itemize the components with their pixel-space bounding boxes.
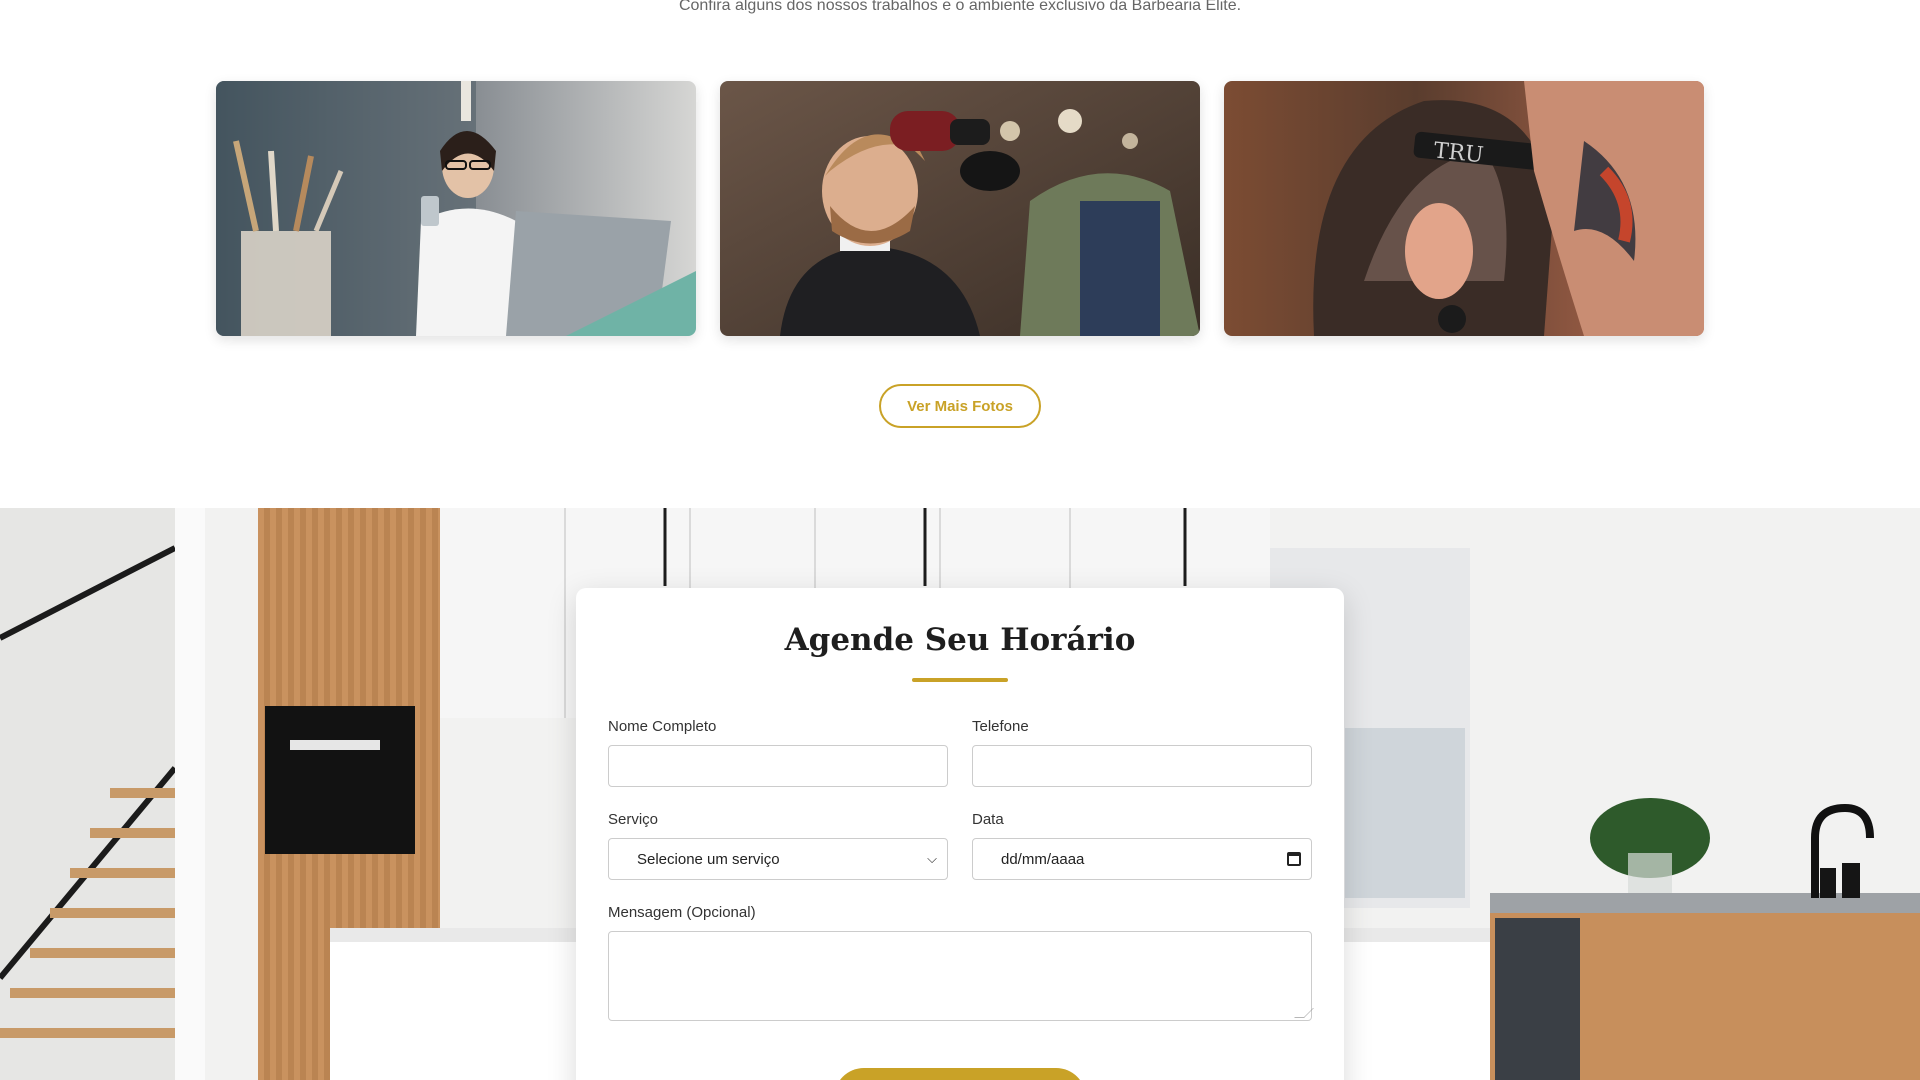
view-more-photos-button[interactable]: Ver Mais Fotos bbox=[879, 384, 1041, 428]
service-select-value: Selecione um serviço bbox=[637, 850, 780, 868]
calendar-icon[interactable] bbox=[1287, 852, 1301, 866]
booking-section: Agende Seu Horário Nome Completo Telefon… bbox=[0, 508, 1920, 1080]
submit-booking-button[interactable] bbox=[834, 1068, 1086, 1080]
form-row-schedule: Serviço Selecione um serviço ⌵ Data dd/m… bbox=[608, 811, 1312, 880]
message-textarea[interactable] bbox=[608, 931, 1314, 1021]
booking-title: Agende Seu Horário bbox=[784, 622, 1136, 658]
title-underline bbox=[912, 678, 1008, 682]
date-input-value: dd/mm/aaaa bbox=[1001, 850, 1085, 868]
gallery-photo-woman-laptop[interactable] bbox=[216, 81, 696, 336]
date-label: Data bbox=[972, 811, 1004, 828]
chevron-down-icon: ⌵ bbox=[927, 851, 937, 866]
service-label: Serviço bbox=[608, 811, 659, 828]
form-group-date: Data dd/mm/aaaa bbox=[972, 811, 1312, 880]
gallery-subtitle: Confira alguns dos nossos trabalhos e o … bbox=[678, 0, 1242, 14]
razor-brand-text: TRU bbox=[1433, 138, 1485, 168]
form-row-message: Mensagem (Opcional) bbox=[608, 904, 1314, 1021]
service-select[interactable]: Selecione um serviço ⌵ bbox=[608, 838, 948, 880]
gallery-photo-razor-detail[interactable]: TRU bbox=[1224, 81, 1704, 336]
message-label: Mensagem (Opcional) bbox=[608, 904, 756, 921]
form-row-contact: Nome Completo Telefone bbox=[608, 718, 1312, 787]
gallery-section: Confira alguns dos nossos trabalhos e o … bbox=[0, 0, 1920, 508]
form-group-service: Serviço Selecione um serviço ⌵ bbox=[608, 811, 948, 880]
phone-label: Telefone bbox=[972, 718, 1029, 735]
date-input[interactable]: dd/mm/aaaa bbox=[972, 838, 1312, 880]
name-input[interactable] bbox=[608, 745, 948, 787]
gallery-grid: TRU bbox=[216, 81, 1704, 336]
form-group-name: Nome Completo bbox=[608, 718, 948, 787]
gallery-image: TRU bbox=[1224, 81, 1704, 336]
form-group-message: Mensagem (Opcional) bbox=[608, 904, 1314, 1021]
gallery-image bbox=[216, 81, 696, 336]
form-group-phone: Telefone bbox=[972, 718, 1312, 787]
resize-grip-icon[interactable] bbox=[1294, 1008, 1314, 1018]
gallery-photo-barber-hairdryer[interactable] bbox=[720, 81, 1200, 336]
booking-form-card: Agende Seu Horário Nome Completo Telefon… bbox=[576, 588, 1344, 1080]
phone-input[interactable] bbox=[972, 745, 1312, 787]
name-label: Nome Completo bbox=[608, 718, 717, 735]
gallery-image bbox=[720, 81, 1200, 336]
